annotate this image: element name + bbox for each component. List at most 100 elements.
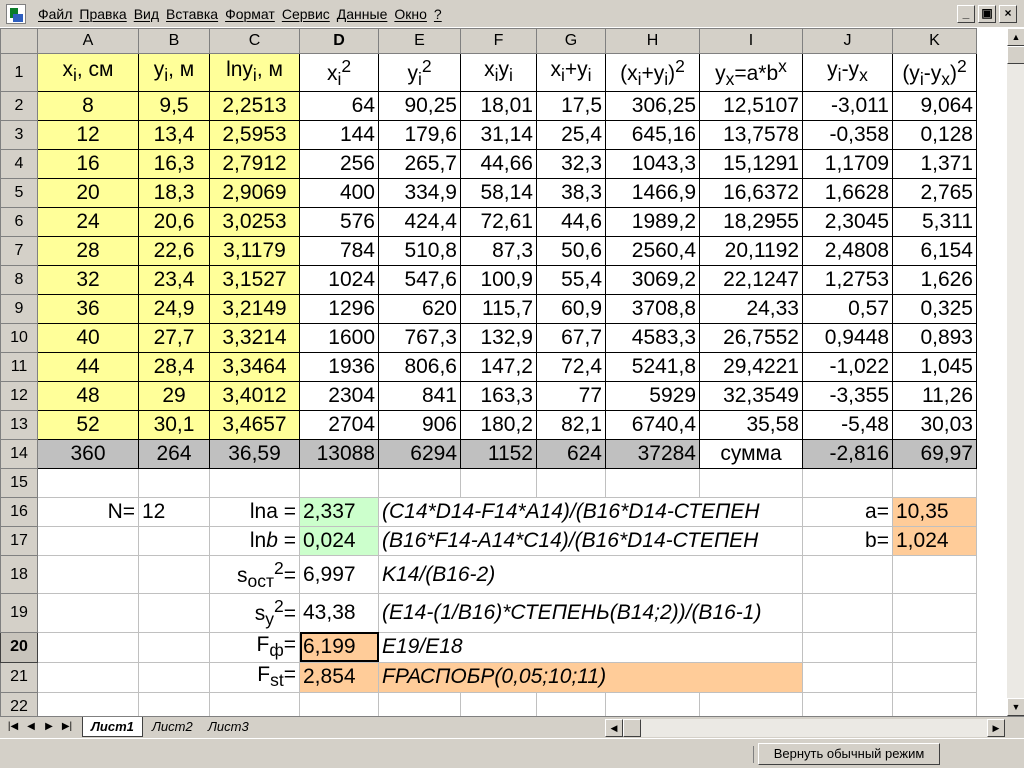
cell[interactable]: 3,3214: [209, 323, 300, 354]
cell[interactable]: 1,045: [892, 352, 977, 383]
prev-sheet-arrow-icon[interactable]: ◀: [22, 719, 40, 736]
cell[interactable]: 44: [37, 352, 139, 383]
cell[interactable]: [378, 691, 461, 716]
cell[interactable]: 132,9: [460, 323, 537, 354]
cell[interactable]: [892, 468, 977, 499]
cell[interactable]: [460, 691, 537, 716]
cell[interactable]: 360: [37, 439, 139, 470]
cell[interactable]: 2,7912: [209, 149, 300, 180]
cell[interactable]: 0,893: [892, 323, 977, 354]
cell[interactable]: [138, 691, 210, 716]
cell[interactable]: 3,2149: [209, 294, 300, 325]
cell[interactable]: 2,854: [299, 661, 379, 693]
cell[interactable]: E19/E18: [378, 631, 803, 663]
cell[interactable]: 3,1527: [209, 265, 300, 296]
first-sheet-arrow-icon[interactable]: |◀: [4, 719, 22, 736]
row-header[interactable]: 2: [0, 91, 38, 122]
cell[interactable]: 28: [37, 236, 139, 267]
cell[interactable]: 24,9: [138, 294, 210, 325]
cell[interactable]: 44,6: [536, 207, 606, 238]
cell[interactable]: 25,4: [536, 120, 606, 151]
cell[interactable]: [209, 691, 300, 716]
cell[interactable]: [138, 468, 210, 499]
cell[interactable]: 0,57: [802, 294, 893, 325]
cell[interactable]: [802, 631, 893, 663]
column-header[interactable]: H: [605, 28, 700, 54]
cell[interactable]: 2704: [299, 410, 379, 441]
cell[interactable]: 645,16: [605, 120, 700, 151]
cell[interactable]: [460, 468, 537, 499]
cell[interactable]: 36: [37, 294, 139, 325]
cell[interactable]: -5,48: [802, 410, 893, 441]
cell[interactable]: 32,3549: [699, 381, 803, 412]
restore-button[interactable]: ▣: [978, 5, 996, 23]
cell[interactable]: 60,9: [536, 294, 606, 325]
cell[interactable]: 1,1709: [802, 149, 893, 180]
cell[interactable]: 0,128: [892, 120, 977, 151]
column-header[interactable]: B: [138, 28, 210, 54]
restore-normal-view-button[interactable]: Вернуть обычный режим: [753, 743, 940, 765]
cell[interactable]: 11,26: [892, 381, 977, 412]
hscroll-thumb[interactable]: [623, 719, 641, 737]
cell[interactable]: [209, 468, 300, 499]
cell[interactable]: 179,6: [378, 120, 461, 151]
cell[interactable]: 1,024: [892, 526, 977, 557]
cell[interactable]: b=: [802, 526, 893, 557]
cell[interactable]: 147,2: [460, 352, 537, 383]
column-header[interactable]: J: [802, 28, 893, 54]
column-header[interactable]: A: [37, 28, 139, 54]
cell[interactable]: 67,7: [536, 323, 606, 354]
last-sheet-arrow-icon[interactable]: ▶|: [58, 719, 76, 736]
cell[interactable]: [37, 691, 139, 716]
cell[interactable]: [138, 631, 210, 663]
sheet-tab[interactable]: Лист2: [144, 717, 201, 737]
cell[interactable]: 624: [536, 439, 606, 470]
cell[interactable]: [138, 593, 210, 633]
cell[interactable]: 69,97: [892, 439, 977, 470]
cell[interactable]: 180,2: [460, 410, 537, 441]
cell[interactable]: 82,1: [536, 410, 606, 441]
cell[interactable]: [802, 691, 893, 716]
cell[interactable]: lnyi, м: [209, 52, 300, 93]
cell[interactable]: 22,1247: [699, 265, 803, 296]
cell[interactable]: 256: [299, 149, 379, 180]
cell[interactable]: (E14-(1/B16)*СТЕПЕНЬ(B14;2))/(B16-1): [378, 593, 803, 633]
cell[interactable]: 1152: [460, 439, 537, 470]
cell[interactable]: 3,0253: [209, 207, 300, 238]
cell[interactable]: 6,154: [892, 236, 977, 267]
cell[interactable]: a=: [802, 497, 893, 528]
cell[interactable]: 8: [37, 91, 139, 122]
cell[interactable]: [802, 468, 893, 499]
cell[interactable]: 2,5953: [209, 120, 300, 151]
cell[interactable]: [378, 468, 461, 499]
scroll-down-arrow-icon[interactable]: ▼: [1007, 698, 1024, 716]
cell[interactable]: сумма: [699, 439, 803, 470]
cell[interactable]: yi, м: [138, 52, 210, 93]
cell[interactable]: 1,371: [892, 149, 977, 180]
cell[interactable]: 22,6: [138, 236, 210, 267]
cell[interactable]: 1600: [299, 323, 379, 354]
workbook-icon[interactable]: [6, 4, 26, 24]
cell[interactable]: 5929: [605, 381, 700, 412]
row-header[interactable]: 6: [0, 207, 38, 238]
cell[interactable]: -1,022: [802, 352, 893, 383]
cell[interactable]: xiyi: [460, 52, 537, 93]
cell[interactable]: 24,33: [699, 294, 803, 325]
cell[interactable]: -3,011: [802, 91, 893, 122]
cell[interactable]: 24: [37, 207, 139, 238]
row-header[interactable]: 17: [0, 526, 38, 557]
cell[interactable]: [37, 631, 139, 663]
cell[interactable]: 2,765: [892, 178, 977, 209]
cell[interactable]: 400: [299, 178, 379, 209]
column-header[interactable]: G: [536, 28, 606, 54]
cell[interactable]: [536, 691, 606, 716]
cell[interactable]: [892, 631, 977, 663]
cell[interactable]: 16,6372: [699, 178, 803, 209]
cell[interactable]: 40: [37, 323, 139, 354]
cell[interactable]: (C14*D14-F14*A14)/(B16*D14-СТЕПЕН: [378, 497, 803, 528]
cell[interactable]: [699, 691, 803, 716]
column-header[interactable]: C: [209, 28, 300, 54]
cell[interactable]: 5,311: [892, 207, 977, 238]
cell[interactable]: 29,4221: [699, 352, 803, 383]
cell[interactable]: yi-yx: [802, 52, 893, 93]
